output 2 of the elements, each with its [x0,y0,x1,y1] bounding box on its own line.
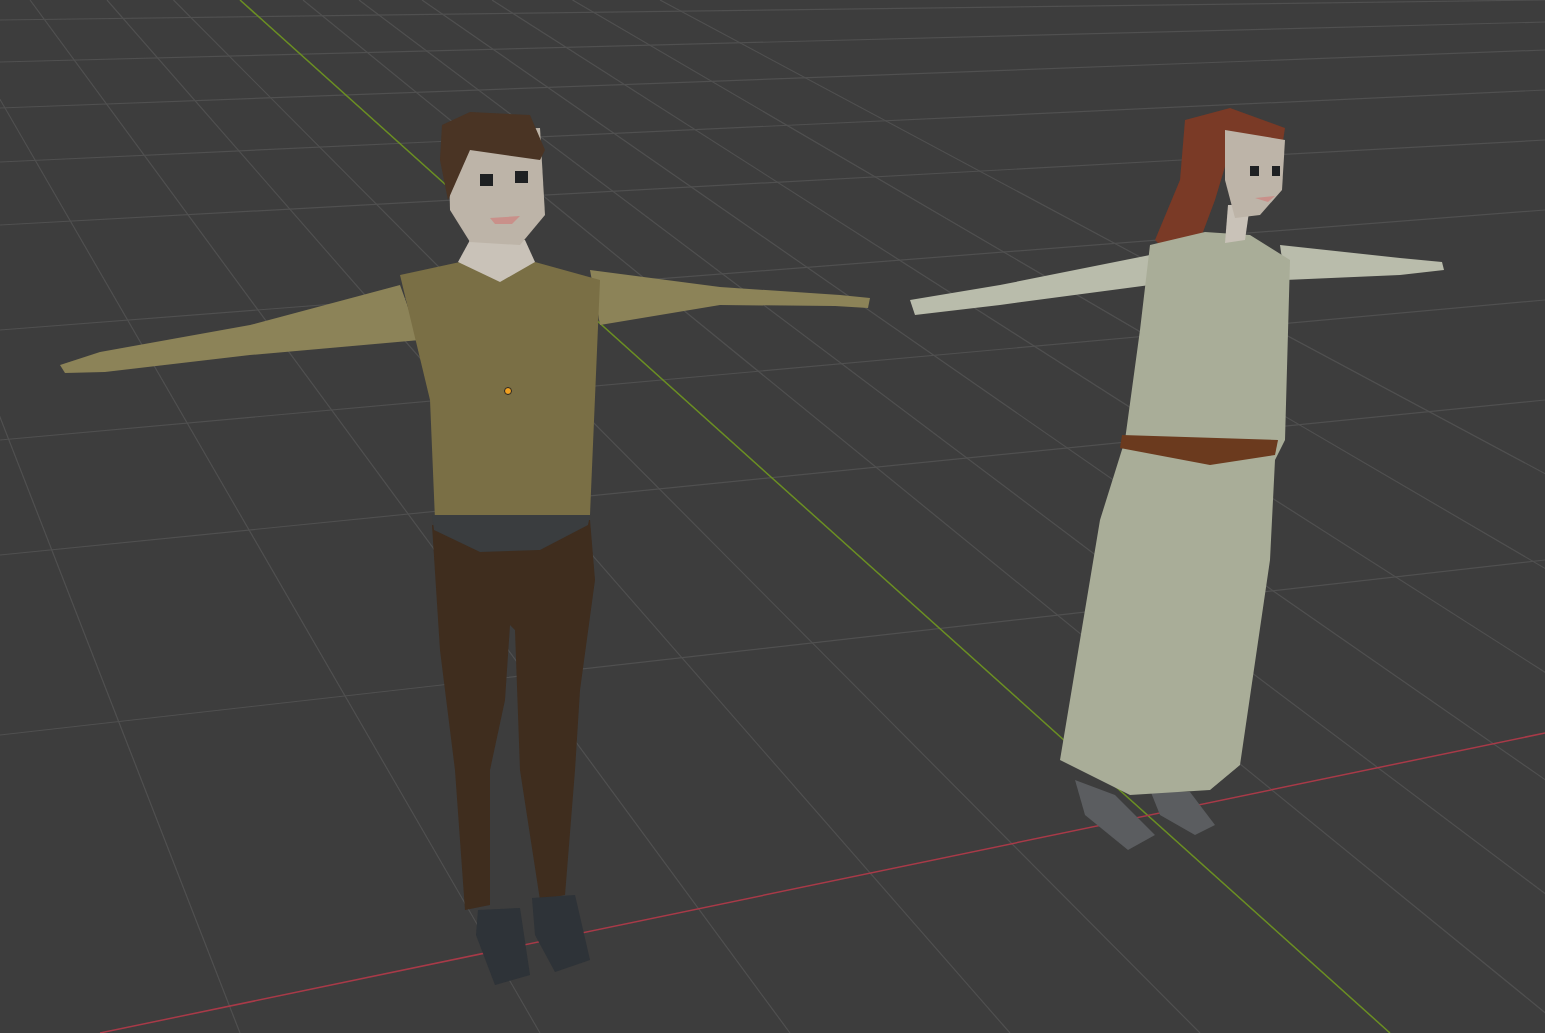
3d-viewport[interactable] [0,0,1545,1033]
origin-dot [504,387,512,395]
